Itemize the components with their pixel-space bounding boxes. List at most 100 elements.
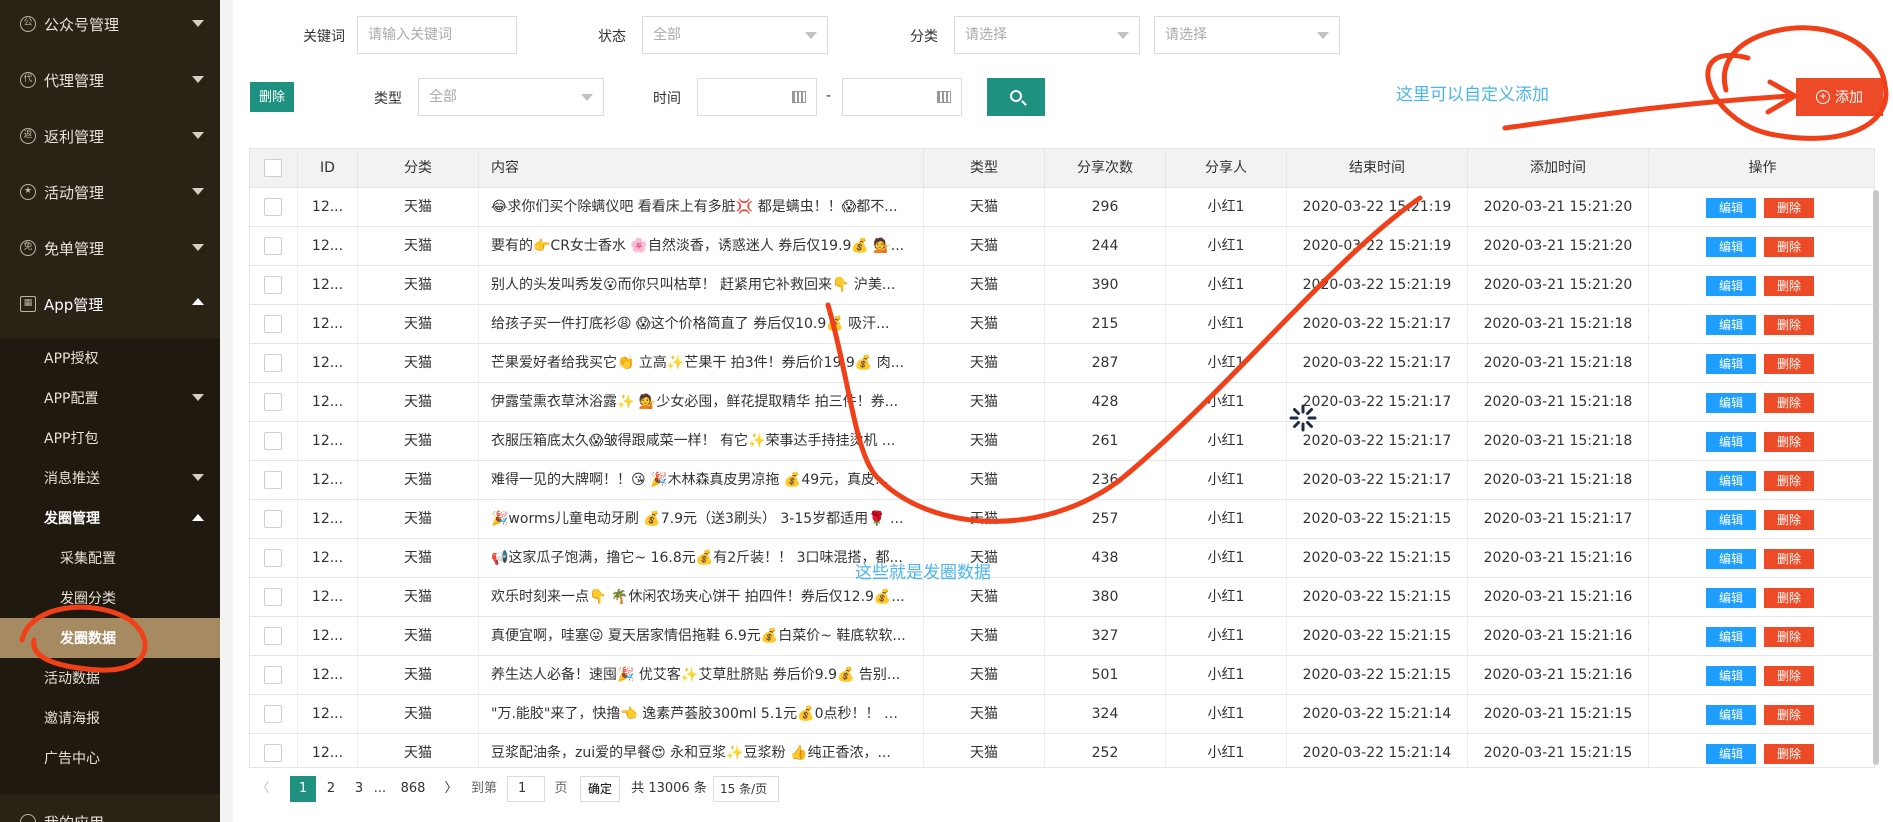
delete-button[interactable]: 删除 xyxy=(1764,471,1814,491)
row-checkbox[interactable] xyxy=(264,276,282,294)
row-checkbox[interactable] xyxy=(264,744,282,762)
edit-button[interactable]: 编辑 xyxy=(1706,471,1756,491)
edit-button[interactable]: 编辑 xyxy=(1706,666,1756,686)
row-checkbox[interactable] xyxy=(264,666,282,684)
sub-ad-center[interactable]: 广告中心 xyxy=(0,738,220,778)
subcategory-select[interactable]: 请选择 xyxy=(1154,16,1340,54)
row-checkbox[interactable] xyxy=(264,471,282,489)
edit-button[interactable]: 编辑 xyxy=(1706,354,1756,374)
cell-content: 伊露莹熏衣草沐浴露✨ 💁少女必囤，鲜花提取精华 拍三件！券... xyxy=(479,383,924,422)
cell-actions: 编辑 删除 xyxy=(1649,422,1874,461)
edit-button[interactable]: 编辑 xyxy=(1706,237,1756,257)
sub-app-auth[interactable]: APP授权 xyxy=(0,338,220,378)
edit-button[interactable]: 编辑 xyxy=(1706,198,1756,218)
delete-button[interactable]: 删除 xyxy=(1764,198,1814,218)
table-scrollbar[interactable] xyxy=(1873,190,1879,765)
edit-button[interactable]: 编辑 xyxy=(1706,588,1756,608)
edit-button[interactable]: 编辑 xyxy=(1706,393,1756,413)
row-checkbox[interactable] xyxy=(264,627,282,645)
end-date-input[interactable] xyxy=(842,78,962,116)
col-category[interactable]: 分类 xyxy=(358,149,479,188)
row-checkbox[interactable] xyxy=(264,549,282,567)
sub-app-pack[interactable]: APP打包 xyxy=(0,418,220,458)
col-type[interactable]: 类型 xyxy=(924,149,1045,188)
edit-button[interactable]: 编辑 xyxy=(1706,432,1756,452)
category-select[interactable]: 请选择 xyxy=(954,16,1140,54)
delete-button[interactable]: 删除 xyxy=(1764,237,1814,257)
delete-button[interactable]: 删除 xyxy=(1764,588,1814,608)
row-checkbox[interactable] xyxy=(264,393,282,411)
row-checkbox[interactable] xyxy=(264,588,282,606)
sub-activity-data[interactable]: 活动数据 xyxy=(0,658,220,698)
sub-circle-data[interactable]: 发圈数据 xyxy=(0,618,220,658)
menu-agent[interactable]: 代 代理管理 xyxy=(0,52,220,108)
col-share-count[interactable]: 分享次数 xyxy=(1045,149,1166,188)
select-all-checkbox[interactable] xyxy=(264,159,282,177)
edit-button[interactable]: 编辑 xyxy=(1706,744,1756,764)
page-3-button[interactable]: 3 xyxy=(346,776,372,802)
menu-rebate[interactable]: 返 返利管理 xyxy=(0,108,220,164)
row-checkbox[interactable] xyxy=(264,315,282,333)
keyword-input[interactable]: 请输入关键词 xyxy=(357,16,517,54)
menu-free-order[interactable]: 免 免单管理 xyxy=(0,220,220,276)
prev-page-button[interactable]: 〈 xyxy=(253,776,273,802)
delete-button[interactable]: 删除 xyxy=(1764,276,1814,296)
menu-gzh[interactable]: 公 公众号管理 xyxy=(0,0,220,52)
cell-add-time: 2020-03-21 15:21:16 xyxy=(1468,539,1649,578)
last-page-button[interactable]: 868 xyxy=(395,776,431,802)
col-content[interactable]: 内容 xyxy=(479,149,924,188)
sub-circle-category[interactable]: 发圈分类 xyxy=(0,578,220,618)
type-select[interactable]: 全部 xyxy=(418,78,604,116)
sub-push[interactable]: 消息推送 xyxy=(0,458,220,498)
cell-content: 要有的👉CR女士香水 🌸自然淡香，诱惑迷人 券后仅19.9💰 💁... xyxy=(479,227,924,266)
next-page-button[interactable]: 〉 xyxy=(441,776,461,802)
sub-label: 发圈管理 xyxy=(44,511,100,527)
row-checkbox[interactable] xyxy=(264,705,282,723)
cell-content: 😂求你们买个除螨仪吧 看看床上有多脏💢 都是螨虫！！😱都不... xyxy=(479,188,924,227)
delete-button[interactable]: 删除 xyxy=(1764,549,1814,569)
col-end-time[interactable]: 结束时间 xyxy=(1287,149,1468,188)
delete-button[interactable]: 删除 xyxy=(1764,432,1814,452)
cell-select xyxy=(250,344,298,383)
search-button[interactable] xyxy=(987,78,1045,116)
delete-button[interactable]: 删除 xyxy=(1764,705,1814,725)
edit-button[interactable]: 编辑 xyxy=(1706,627,1756,647)
menu-app[interactable]: ▦ App管理 xyxy=(0,276,220,332)
edit-button[interactable]: 编辑 xyxy=(1706,705,1756,725)
sub-collect-config[interactable]: 采集配置 xyxy=(0,538,220,578)
edit-button[interactable]: 编辑 xyxy=(1706,276,1756,296)
sub-app-config[interactable]: APP配置 xyxy=(0,378,220,418)
sub-invite-poster[interactable]: 邀请海报 xyxy=(0,698,220,738)
delete-button[interactable]: 删除 xyxy=(1764,510,1814,530)
delete-button[interactable]: 删除 xyxy=(1764,354,1814,374)
delete-button[interactable]: 删除 xyxy=(1764,315,1814,335)
page-unit-label: 页 xyxy=(554,781,568,796)
goto-confirm-button[interactable]: 确定 xyxy=(580,776,620,802)
row-checkbox[interactable] xyxy=(264,237,282,255)
row-checkbox[interactable] xyxy=(264,432,282,450)
edit-button[interactable]: 编辑 xyxy=(1706,315,1756,335)
page-1-button[interactable]: 1 xyxy=(290,776,316,802)
col-add-time[interactable]: 添加时间 xyxy=(1468,149,1649,188)
delete-button[interactable]: 删除 xyxy=(1764,627,1814,647)
edit-button[interactable]: 编辑 xyxy=(1706,510,1756,530)
col-id[interactable]: ID xyxy=(298,149,358,188)
per-page-select[interactable]: 15 条/页 xyxy=(713,776,779,802)
row-checkbox[interactable] xyxy=(264,510,282,528)
batch-delete-button[interactable]: 删除 xyxy=(250,82,294,112)
sub-circle-mgmt[interactable]: 发圈管理 xyxy=(0,498,220,538)
start-date-input[interactable] xyxy=(697,78,817,116)
menu-activity[interactable]: ★ 活动管理 xyxy=(0,164,220,220)
page-2-button[interactable]: 2 xyxy=(318,776,344,802)
add-button[interactable]: + 添加 xyxy=(1796,78,1883,116)
delete-button[interactable]: 删除 xyxy=(1764,666,1814,686)
goto-page-input[interactable]: 1 xyxy=(507,776,545,802)
edit-button[interactable]: 编辑 xyxy=(1706,549,1756,569)
row-checkbox[interactable] xyxy=(264,198,282,216)
row-checkbox[interactable] xyxy=(264,354,282,372)
col-sharer[interactable]: 分享人 xyxy=(1166,149,1287,188)
status-select[interactable]: 全部 xyxy=(642,16,828,54)
delete-button[interactable]: 删除 xyxy=(1764,393,1814,413)
menu-my-apps[interactable]: 我的应用 xyxy=(0,794,220,822)
delete-button[interactable]: 删除 xyxy=(1764,744,1814,764)
